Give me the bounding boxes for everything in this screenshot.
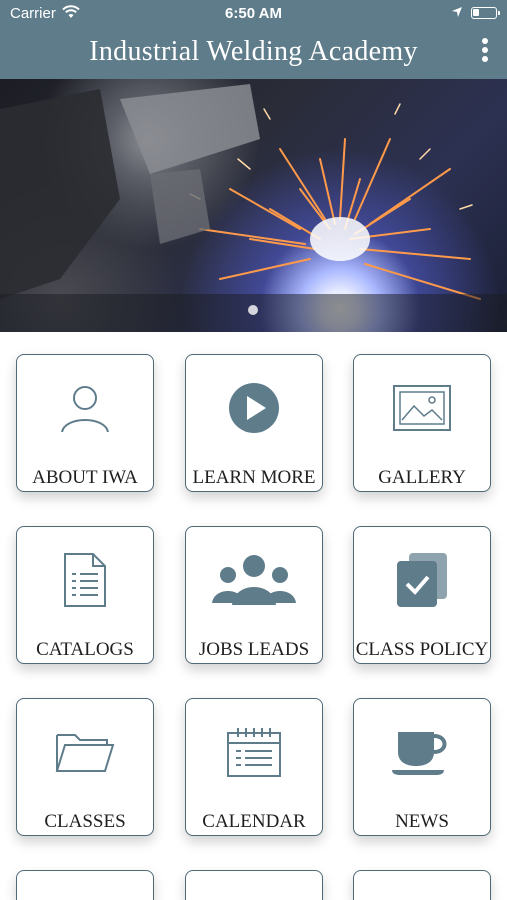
- document-icon: [17, 549, 153, 611]
- tile-label: CLASS POLICY: [355, 639, 489, 660]
- more-menu-icon[interactable]: [481, 38, 489, 64]
- tile-label: CLASSES: [44, 811, 126, 832]
- tile-jobs-leads[interactable]: JOBS LEADS: [185, 526, 323, 664]
- tile-news[interactable]: NEWS: [353, 698, 491, 836]
- tile-class-policy[interactable]: CLASS POLICY: [353, 526, 491, 664]
- tile-label: LEARN MORE: [192, 467, 316, 488]
- tile-calendar[interactable]: CALENDAR: [185, 698, 323, 836]
- tile-label: NEWS: [395, 811, 449, 832]
- tile-catalogs[interactable]: CATALOGS: [16, 526, 154, 664]
- tile-partial[interactable]: [353, 870, 491, 900]
- page-title: Industrial Welding Academy: [89, 36, 418, 67]
- coffee-cup-icon: [354, 721, 490, 783]
- tile-gallery[interactable]: GALLERY: [353, 354, 491, 492]
- tile-label: ABOUT IWA: [32, 467, 138, 488]
- tile-classes[interactable]: CLASSES: [16, 698, 154, 836]
- person-icon: [17, 377, 153, 439]
- battery-icon: [471, 7, 500, 19]
- hero-banner[interactable]: [0, 79, 507, 332]
- status-bar: Carrier 6:50 AM: [0, 0, 507, 28]
- app-header: Carrier 6:50 AM Industrial Welding Acade…: [0, 0, 507, 79]
- tile-partial[interactable]: [16, 870, 154, 900]
- carousel-indicator[interactable]: [248, 305, 258, 315]
- folder-icon: [17, 721, 153, 783]
- calendar-icon: [186, 721, 322, 783]
- tile-learn-more[interactable]: LEARN MORE: [185, 354, 323, 492]
- location-arrow-icon: [451, 5, 463, 22]
- tile-label: CATALOGS: [36, 639, 134, 660]
- tile-label: GALLERY: [378, 467, 466, 488]
- tile-label: JOBS LEADS: [198, 639, 310, 660]
- tile-about-iwa[interactable]: ABOUT IWA: [16, 354, 154, 492]
- checklist-icon: [354, 549, 490, 611]
- image-icon: [354, 377, 490, 439]
- clock: 6:50 AM: [225, 5, 282, 22]
- play-icon: [186, 377, 322, 439]
- tile-partial[interactable]: [185, 870, 323, 900]
- group-icon: [186, 549, 322, 611]
- welding-sparks-image: [0, 84, 507, 332]
- tile-label: CALENDAR: [202, 811, 306, 832]
